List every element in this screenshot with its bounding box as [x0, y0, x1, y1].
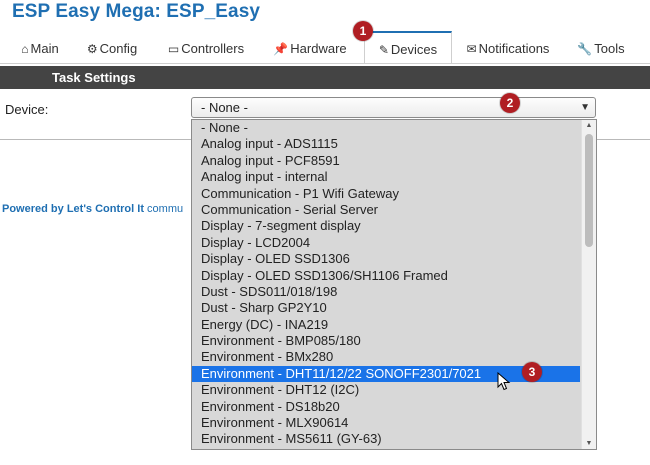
section-title: Task Settings	[52, 70, 136, 85]
dropdown-scrollbar[interactable]: ▲ ▼	[581, 120, 596, 449]
device-dropdown-list[interactable]: - None - Analog input - ADS1115 Analog inp…	[191, 119, 597, 450]
dropdown-option[interactable]: Display - OLED SSD1306/SH1106 Framed	[192, 268, 580, 284]
dropdown-option[interactable]: Dust - SDS011/018/198	[192, 284, 580, 300]
annotation-badge-2: 2	[500, 93, 520, 113]
footer-powered-by: Powered by	[2, 203, 64, 215]
scroll-down-icon[interactable]: ▼	[582, 440, 596, 447]
scroll-thumb[interactable]	[585, 134, 593, 247]
chat-icon: ▭	[167, 42, 180, 56]
footer-brand-link[interactable]: Let's Control It	[67, 203, 144, 215]
tab-main-label: Main	[30, 41, 59, 56]
device-select-value: - None -	[201, 100, 248, 115]
dropdown-option[interactable]: Environment - MS5611 (GY-63)	[192, 431, 580, 447]
tab-devices-label: Devices	[390, 42, 438, 57]
annotation-badge-1: 1	[353, 21, 373, 41]
app-title: ESP Easy Mega: ESP_Easy	[12, 1, 261, 22]
dropdown-option[interactable]: Display - OLED SSD1306	[192, 251, 580, 267]
dropdown-option[interactable]: Environment - DHT12 (I2C)	[192, 382, 580, 398]
gear-icon: ⚙	[86, 42, 98, 56]
tab-bar: ⌂ Main ⚙ Config ▭ Controllers 📌 Hardware ✎ De…	[0, 31, 650, 64]
footer-text: Powered by Let's Control It commu	[2, 203, 183, 215]
dropdown-option[interactable]: Analog input - internal	[192, 169, 580, 185]
device-select[interactable]: - None - ▼	[191, 97, 596, 118]
pin-icon: 📌	[273, 42, 289, 56]
footer-tail: commu	[147, 203, 184, 215]
dropdown-option[interactable]: Communication - Serial Server	[192, 202, 580, 218]
dropdown-option[interactable]: Environment - MLX90614	[192, 415, 580, 431]
dropdown-option[interactable]: Display - LCD2004	[192, 235, 580, 251]
dropdown-option[interactable]: - None -	[192, 120, 580, 136]
dropdown-option[interactable]: Energy (DC) - INA219	[192, 317, 580, 333]
tab-main[interactable]: ⌂ Main	[18, 33, 62, 63]
tab-controllers[interactable]: ▭ Controllers	[163, 33, 249, 63]
dropdown-option[interactable]: Environment - DS18b20	[192, 399, 580, 415]
tab-tools[interactable]: 🔧 Tools	[575, 33, 627, 63]
dropdown-option[interactable]: Environment - BMx280	[192, 349, 580, 365]
dropdown-option[interactable]: Analog input - PCF8591	[192, 153, 580, 169]
tab-hardware-label: Hardware	[290, 41, 347, 56]
tab-notifications-label: Notifications	[478, 41, 550, 56]
dropdown-options: - None - Analog input - ADS1115 Analog inp…	[192, 120, 596, 448]
tab-controllers-label: Controllers	[181, 41, 245, 56]
wrench-icon: 🔧	[577, 42, 593, 56]
mouse-pointer-icon	[497, 372, 511, 391]
scroll-up-icon[interactable]: ▲	[582, 122, 596, 129]
dropdown-option[interactable]: Environment - BMP085/180	[192, 333, 580, 349]
annotation-badge-3: 3	[522, 362, 542, 382]
tab-notifications[interactable]: ✉ Notifications	[463, 33, 553, 63]
device-label: Device:	[5, 102, 49, 117]
chevron-down-icon: ▼	[580, 102, 590, 113]
dropdown-option[interactable]: Display - 7-segment display	[192, 218, 580, 234]
tab-config[interactable]: ⚙ Config	[84, 33, 140, 63]
dropdown-option[interactable]: Analog input - ADS1115	[192, 136, 580, 152]
task-settings-header: Task Settings	[0, 66, 650, 89]
tab-devices[interactable]: ✎ Devices	[364, 31, 452, 63]
tab-tools-label: Tools	[594, 41, 625, 56]
dropdown-option[interactable]: Dust - Sharp GP2Y10	[192, 300, 580, 316]
tab-hardware[interactable]: 📌 Hardware	[270, 33, 350, 63]
dropdown-option[interactable]: Communication - P1 Wifi Gateway	[192, 186, 580, 202]
tab-config-label: Config	[99, 41, 138, 56]
home-icon: ⌂	[21, 42, 29, 56]
plug-icon: ✎	[378, 43, 389, 57]
mail-icon: ✉	[466, 42, 477, 56]
